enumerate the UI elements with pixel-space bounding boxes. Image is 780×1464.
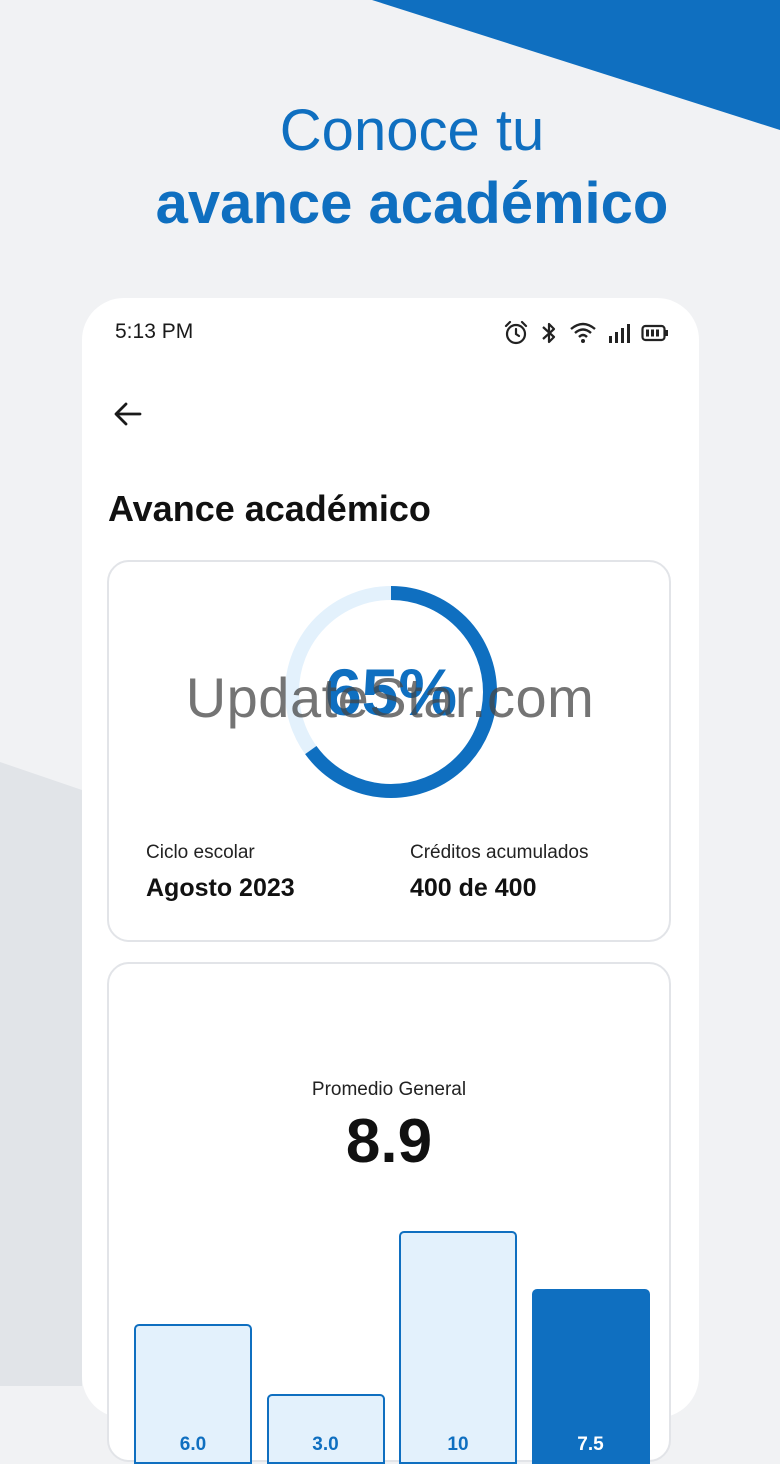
bluetooth-icon [542, 322, 556, 344]
headline-line-1: Conoce tu [279, 98, 545, 163]
chart-bar[interactable]: 7.5 [531, 1289, 650, 1464]
credits-value: 400 de 400 [410, 874, 537, 902]
page-title: Avance académico [108, 488, 431, 529]
chart-bar[interactable]: 6.0 [134, 1324, 252, 1464]
progress-card: 65% Ciclo escolar Agosto 2023 Créditos a… [107, 560, 671, 942]
phone-screen: 5:13 PM Avance académico 65% Ciclo escol… [82, 298, 699, 1464]
status-time: 5:13 PM [115, 320, 194, 343]
chart-bar[interactable]: 3.0 [266, 1394, 385, 1464]
wifi-icon [570, 322, 596, 343]
cycle-label: Ciclo escolar [146, 842, 255, 863]
cycle-value: Agosto 2023 [146, 874, 295, 902]
average-card: Promedio General 8.9 6.0 3.0 10 7.5 [107, 962, 671, 1464]
status-bar: 5:13 PM [82, 298, 699, 368]
bar-value-label: 6.0 [179, 1433, 207, 1455]
signal-icon [609, 324, 630, 343]
bar-value-label: 3.0 [312, 1433, 339, 1455]
back-arrow-icon[interactable] [110, 396, 146, 432]
bar-value-label: 10 [447, 1434, 469, 1455]
credits-label: Créditos acumulados [410, 842, 589, 863]
watermark-text: UpdateStar.com [185, 666, 595, 729]
battery-icon [641, 324, 668, 342]
bar-value-label: 7.5 [577, 1434, 604, 1455]
promo-headline: Conoce tu avance académico [0, 95, 780, 240]
grades-bar-chart: 6.0 3.0 10 7.5 [109, 964, 669, 1464]
status-icons [503, 320, 669, 346]
headline-line-2: avance académico [155, 170, 669, 236]
alarm-icon [504, 320, 528, 345]
chart-bar[interactable]: 10 [399, 1231, 517, 1464]
credits-stat: Créditos acumulados 400 de 400 [410, 842, 588, 903]
cycle-stat: Ciclo escolar Agosto 2023 [146, 842, 295, 903]
